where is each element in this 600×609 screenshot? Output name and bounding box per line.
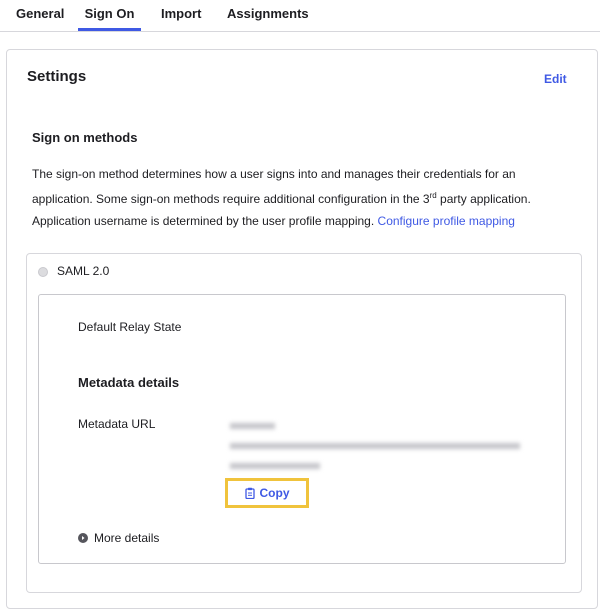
settings-title: Settings <box>27 68 87 85</box>
metadata-details-heading: Metadata details <box>78 375 180 390</box>
tab-sign-on[interactable]: Sign On <box>78 0 141 31</box>
description-text-end: party application. <box>436 192 531 206</box>
username-info: Application username is determined by th… <box>32 214 515 228</box>
settings-panel: Settings Edit Sign on methods The sign-o… <box>6 49 598 609</box>
copy-button[interactable]: Copy <box>225 478 309 508</box>
chevron-right-icon <box>78 533 88 543</box>
sign-on-methods-heading: Sign on methods <box>32 130 138 145</box>
saml-radio[interactable] <box>38 267 48 277</box>
default-relay-state-label: Default Relay State <box>78 320 182 334</box>
metadata-url-value-redacted <box>230 416 530 469</box>
saml-method-card: SAML 2.0 Default Relay State Metadata de… <box>26 253 582 593</box>
tab-bar: General Sign On Import Assignments <box>0 0 600 32</box>
username-text: Application username is determined by th… <box>32 214 378 228</box>
more-details-label: More details <box>94 531 160 545</box>
configure-profile-mapping-link[interactable]: Configure profile mapping <box>378 214 515 228</box>
edit-button[interactable]: Edit <box>544 72 567 86</box>
tab-general[interactable]: General <box>16 0 64 31</box>
tab-assignments[interactable]: Assignments <box>227 0 309 31</box>
saml-radio-label: SAML 2.0 <box>57 264 110 278</box>
sign-on-description: The sign-on method determines how a user… <box>32 164 572 210</box>
metadata-url-label: Metadata URL <box>78 417 156 431</box>
tab-import[interactable]: Import <box>161 0 201 31</box>
clipboard-icon <box>244 487 255 499</box>
copy-button-label: Copy <box>259 486 290 500</box>
description-superscript: rd <box>429 191 437 200</box>
more-details-toggle[interactable]: More details <box>78 531 159 545</box>
saml-details-card: Default Relay State Metadata details Met… <box>38 294 566 564</box>
